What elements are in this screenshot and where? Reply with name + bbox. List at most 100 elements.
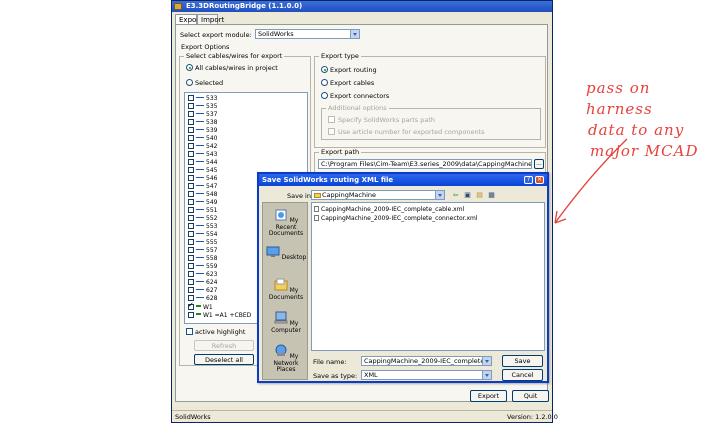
list-item[interactable]: 559 xyxy=(188,263,217,270)
list-item[interactable]: 537 xyxy=(188,111,217,118)
list-item[interactable]: 554 xyxy=(188,231,217,238)
item-label: 551 xyxy=(206,207,218,214)
list-item[interactable]: W1 =A1 +CBED xyxy=(188,311,252,319)
item-checkbox[interactable] xyxy=(188,183,194,189)
list-item[interactable]: 552 xyxy=(188,215,217,222)
wire-icon xyxy=(196,207,204,210)
item-checkbox[interactable] xyxy=(188,135,194,141)
list-item[interactable]: 548 xyxy=(188,191,217,198)
list-item[interactable]: 544 xyxy=(188,159,217,166)
list-item[interactable]: 549 xyxy=(188,199,217,206)
item-checkbox[interactable] xyxy=(188,263,194,269)
place-my-computer[interactable]: My Computer xyxy=(263,311,309,334)
list-item[interactable]: 535 xyxy=(188,103,217,110)
list-item[interactable]: 533 xyxy=(188,95,217,102)
item-checkbox[interactable] xyxy=(188,127,194,133)
up-folder-icon[interactable]: ▣ xyxy=(463,191,472,199)
list-item[interactable]: 538 xyxy=(188,119,217,126)
use-article-number-checkbox[interactable] xyxy=(328,128,335,135)
window-titlebar[interactable]: E3.3DRoutingBridge (1.1.0.0) xyxy=(172,1,552,12)
cancel-button[interactable]: Cancel xyxy=(502,369,543,381)
list-item[interactable]: 623 xyxy=(188,271,217,278)
back-icon[interactable]: ⇦ xyxy=(451,191,460,199)
item-checkbox[interactable] xyxy=(188,175,194,181)
radio-export-cables[interactable] xyxy=(321,79,328,86)
list-item[interactable]: 542 xyxy=(188,143,217,150)
list-item[interactable]: 557 xyxy=(188,247,217,254)
list-item[interactable]: 558 xyxy=(188,255,217,262)
item-checkbox[interactable] xyxy=(188,223,194,229)
radio-export-connectors[interactable] xyxy=(321,92,328,99)
radio-export-cables-label: Export cables xyxy=(330,79,375,87)
quit-button[interactable]: Quit xyxy=(512,390,549,402)
new-folder-icon[interactable]: ▤ xyxy=(475,191,484,199)
list-item[interactable]: 627 xyxy=(188,287,217,294)
item-checkbox[interactable] xyxy=(188,159,194,165)
list-item[interactable]: 624 xyxy=(188,279,217,286)
list-item[interactable]: 555 xyxy=(188,239,217,246)
export-path-input[interactable]: C:\Program Files\Cim-Team\E3.series_2009… xyxy=(318,159,532,169)
list-item[interactable]: 539 xyxy=(188,127,217,134)
file-name-input[interactable]: CappingMachine_2009-IEC_complete_routing… xyxy=(361,356,492,366)
item-checkbox[interactable] xyxy=(188,215,194,221)
item-checkbox[interactable] xyxy=(188,271,194,277)
list-item[interactable]: 540 xyxy=(188,135,217,142)
item-checkbox[interactable] xyxy=(188,302,194,310)
file-item[interactable]: CappingMachine_2009-IEC_complete_cable.x… xyxy=(314,206,464,213)
item-checkbox[interactable] xyxy=(188,312,194,318)
active-highlight-checkbox[interactable] xyxy=(186,328,193,335)
file-list[interactable]: CappingMachine_2009-IEC_complete_cable.x… xyxy=(311,202,545,351)
export-button[interactable]: Export xyxy=(470,390,507,402)
list-item[interactable]: 546 xyxy=(188,175,217,182)
save-as-type-label: Save as type: xyxy=(313,372,358,380)
wire-icon xyxy=(196,167,204,170)
tab-import[interactable]: Import xyxy=(197,14,224,24)
place-desktop[interactable]: Desktop xyxy=(263,245,309,262)
item-label: 537 xyxy=(206,111,218,118)
radio-selected[interactable] xyxy=(186,79,193,86)
item-checkbox[interactable] xyxy=(188,119,194,125)
item-checkbox[interactable] xyxy=(188,167,194,173)
save-button[interactable]: Save xyxy=(502,355,543,367)
view-menu-icon[interactable]: ▦ xyxy=(487,191,496,199)
place-network-places[interactable]: My Network Places xyxy=(263,344,309,374)
item-checkbox[interactable] xyxy=(188,239,194,245)
item-checkbox[interactable] xyxy=(188,151,194,157)
item-checkbox[interactable] xyxy=(188,103,194,109)
export-module-select[interactable]: SolidWorks xyxy=(255,29,360,39)
item-checkbox[interactable] xyxy=(188,191,194,197)
list-item[interactable]: 547 xyxy=(188,183,217,190)
deselect-all-button[interactable]: Deselect all xyxy=(194,354,254,365)
radio-all-cables[interactable] xyxy=(186,64,193,71)
item-checkbox[interactable] xyxy=(188,231,194,237)
item-checkbox[interactable] xyxy=(188,111,194,117)
radio-export-routing[interactable] xyxy=(321,66,328,73)
file-item[interactable]: CappingMachine_2009-IEC_complete_connect… xyxy=(314,215,478,222)
save-in-select[interactable]: CappingMachine xyxy=(311,190,445,200)
item-checkbox[interactable] xyxy=(188,287,194,293)
help-icon[interactable]: ? xyxy=(524,176,533,184)
list-item[interactable]: 553 xyxy=(188,223,217,230)
item-checkbox[interactable] xyxy=(188,143,194,149)
item-checkbox[interactable] xyxy=(188,255,194,261)
place-my-documents[interactable]: My Documents xyxy=(263,278,309,301)
list-item[interactable]: W1 xyxy=(188,302,213,311)
specify-parts-path-checkbox[interactable] xyxy=(328,116,335,123)
item-checkbox[interactable] xyxy=(188,95,194,101)
item-checkbox[interactable] xyxy=(188,199,194,205)
list-item[interactable]: 551 xyxy=(188,207,217,214)
dialog-titlebar[interactable]: Save SolidWorks routing XML file xyxy=(259,174,547,186)
item-checkbox[interactable] xyxy=(188,207,194,213)
wire-icon xyxy=(196,287,204,290)
save-as-type-select[interactable]: XML xyxy=(361,370,492,380)
item-label: 544 xyxy=(206,159,218,166)
list-item[interactable]: 545 xyxy=(188,167,217,174)
list-item[interactable]: 543 xyxy=(188,151,217,158)
item-checkbox[interactable] xyxy=(188,247,194,253)
browse-button[interactable]: ... xyxy=(534,159,544,169)
item-label: W1 =A1 +CBED xyxy=(203,312,252,319)
item-checkbox[interactable] xyxy=(188,279,194,285)
refresh-button[interactable]: Refresh xyxy=(194,340,254,351)
close-icon[interactable]: × xyxy=(535,176,544,184)
place-recent-documents[interactable]: My Recent Documents xyxy=(263,208,309,238)
